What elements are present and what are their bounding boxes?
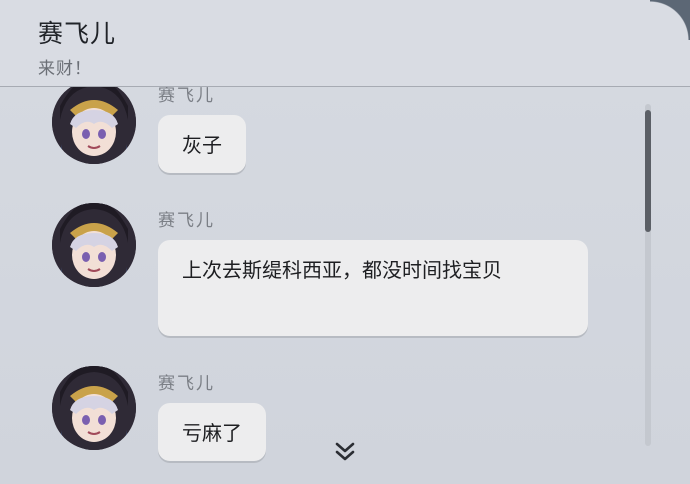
scrollbar-thumb[interactable] (645, 110, 651, 232)
avatar[interactable] (52, 366, 136, 450)
sender-name: 赛飞儿 (158, 87, 215, 106)
chat-header: 赛飞儿 来财！ (0, 0, 690, 87)
chat-title: 赛飞儿 (38, 19, 117, 48)
message-bubble: 亏麻了 (158, 403, 266, 461)
message-list[interactable]: 赛飞儿 灰子 赛飞儿 上次去斯缇科西亚，都没时间找宝贝 赛飞儿 亏麻了 (0, 87, 690, 484)
avatar[interactable] (52, 203, 136, 287)
message-bubble: 灰子 (158, 115, 246, 173)
chat-subtitle: 来财！ (38, 59, 92, 79)
sender-name: 赛飞儿 (158, 374, 215, 394)
sender-name: 赛飞儿 (158, 211, 215, 231)
chevron-double-down-icon[interactable] (332, 440, 358, 464)
avatar[interactable] (52, 87, 136, 164)
scrollbar[interactable] (645, 104, 651, 446)
window-corner (650, 0, 690, 40)
message-bubble: 上次去斯缇科西亚，都没时间找宝贝 (158, 240, 588, 336)
